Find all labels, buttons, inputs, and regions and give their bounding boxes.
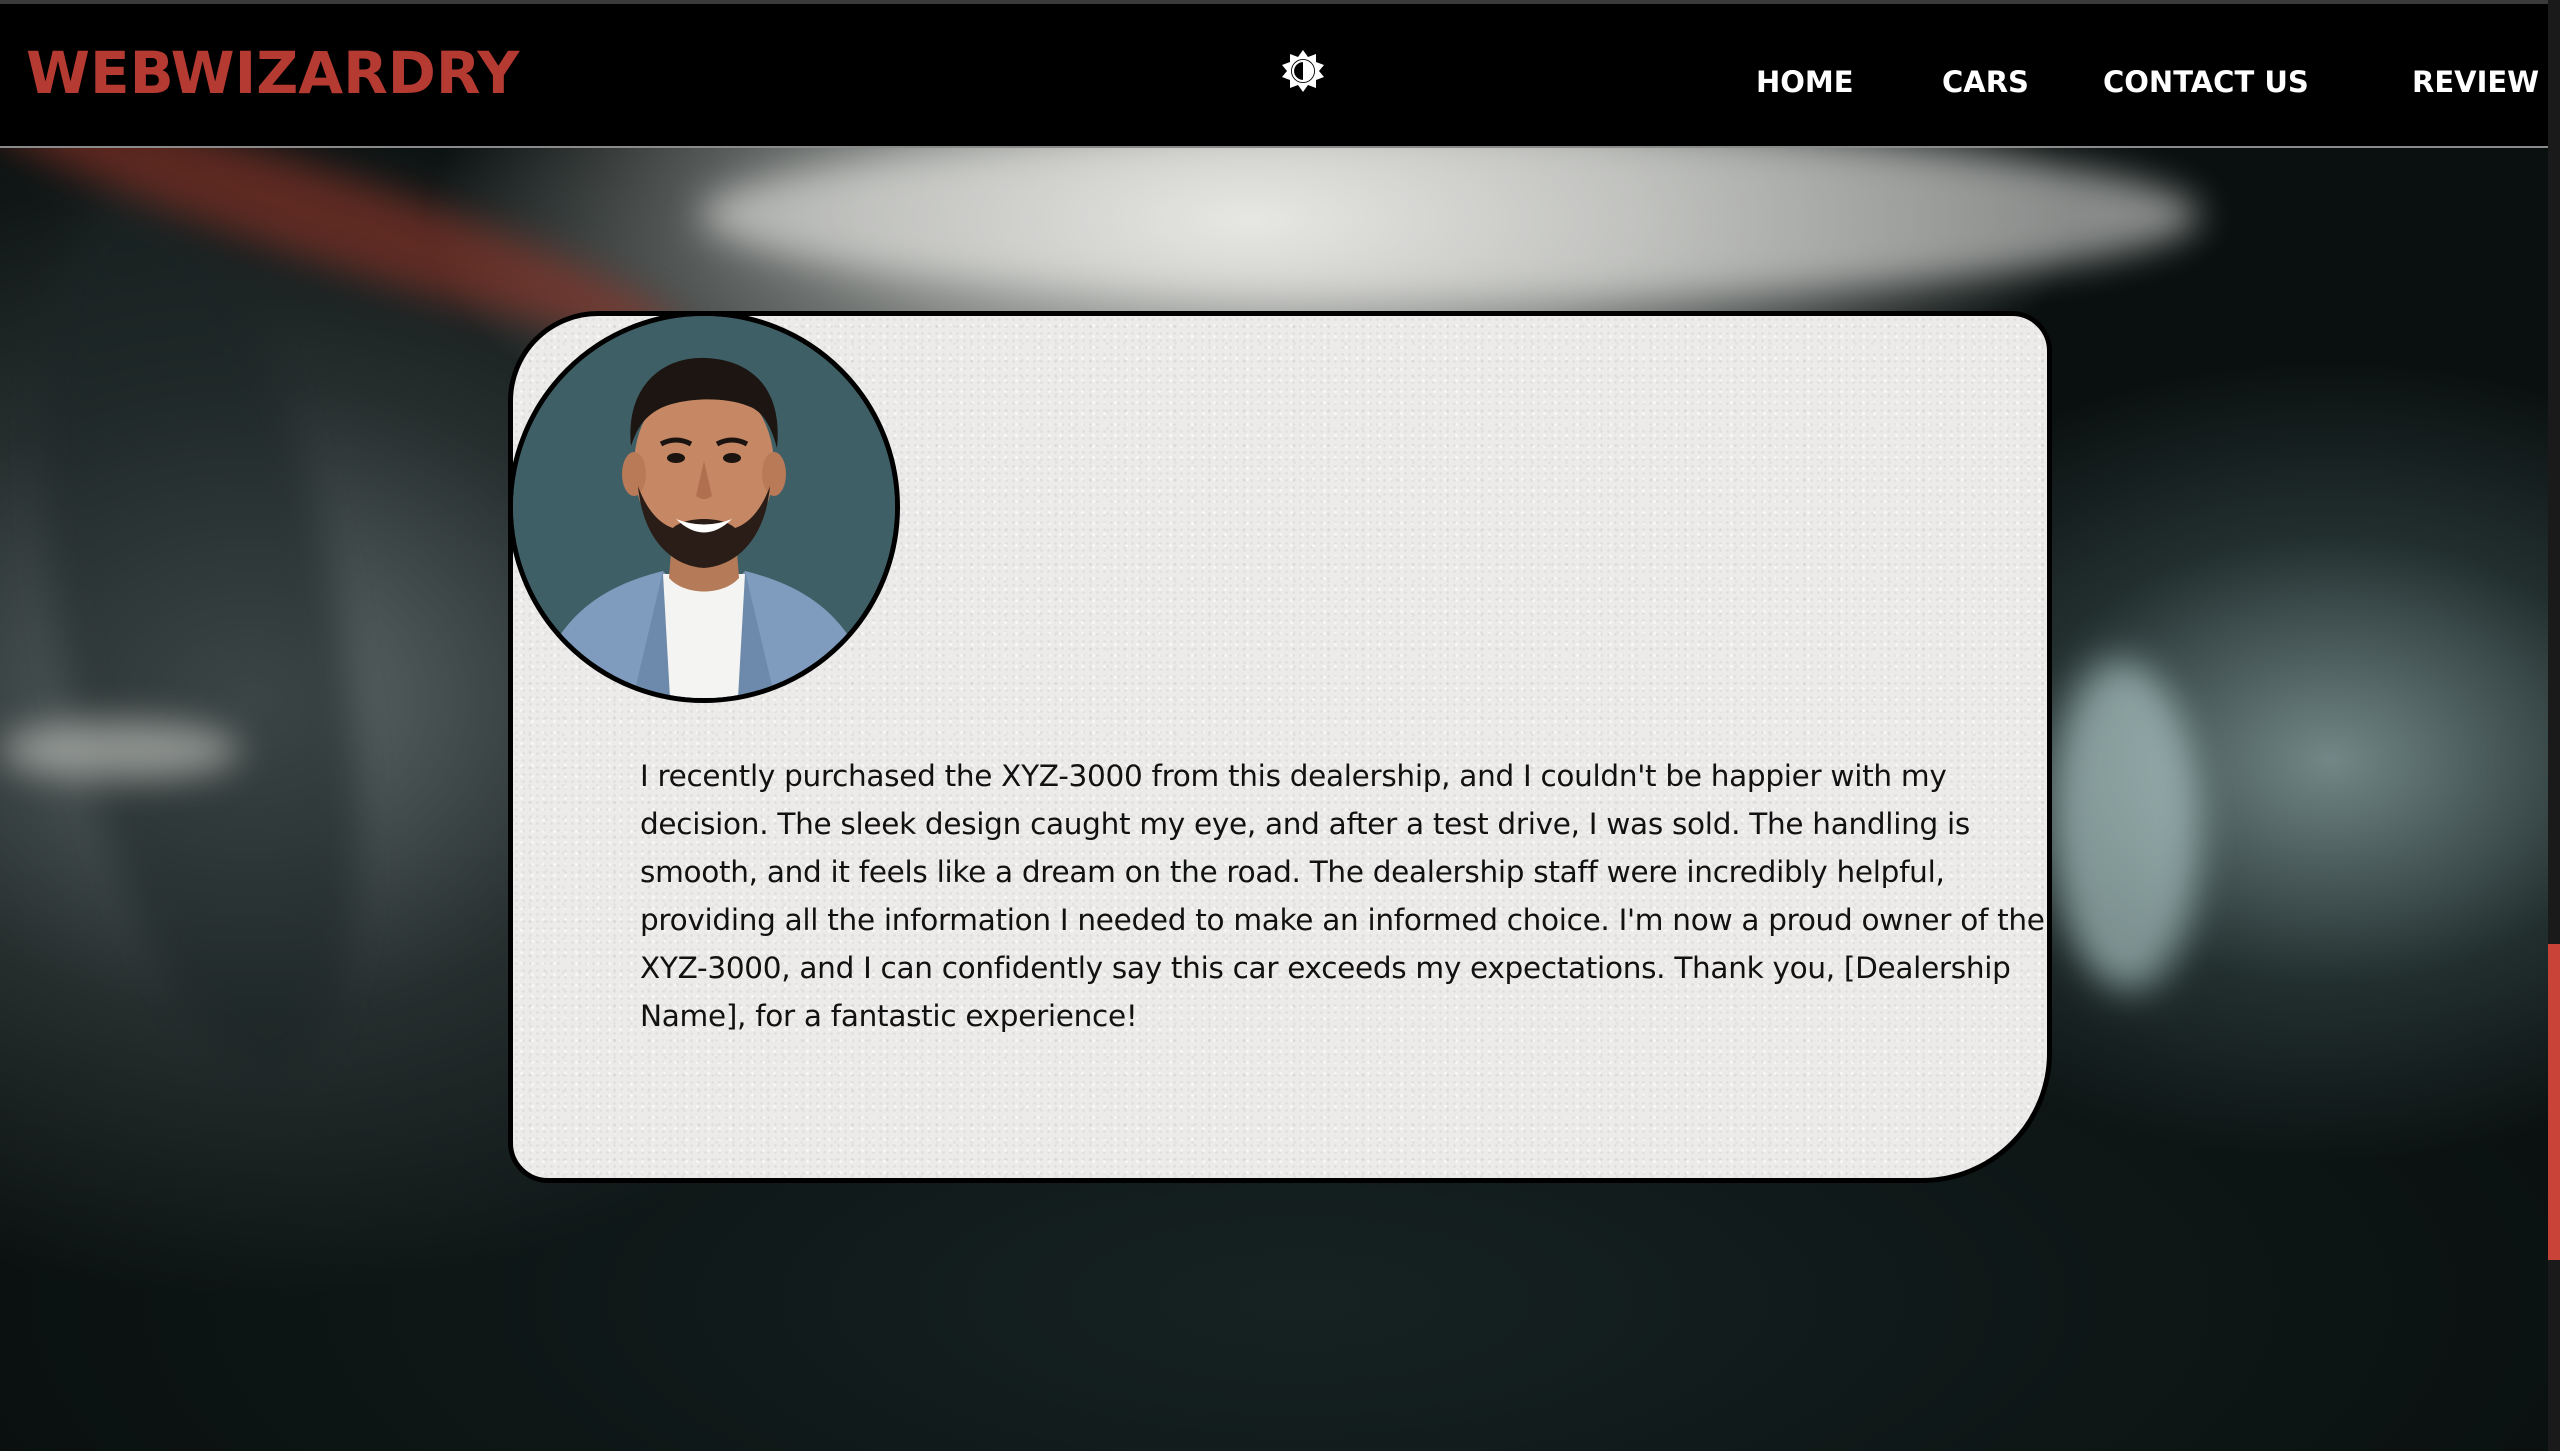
top-navbar: WEBWIZARDRY HOME CARS CONTACT US REVIEW	[0, 0, 2548, 148]
bg-door-shadow	[0, 162, 417, 1098]
sun-moon-toggle-icon	[1282, 50, 1324, 92]
review-text: I recently purchased the XYZ-3000 from t…	[640, 759, 2045, 1033]
bg-dashboard-screen	[2050, 652, 2200, 998]
reviewer-avatar	[508, 311, 900, 703]
page-scrollbar-thumb[interactable]	[2548, 944, 2560, 1260]
theme-toggle-icon[interactable]	[1280, 48, 1326, 94]
bg-window-highlight	[700, 130, 2200, 300]
nav-home-link[interactable]: HOME	[1756, 62, 1854, 102]
nav-contact-link[interactable]: CONTACT US	[2103, 62, 2309, 102]
brand-logo[interactable]: WEBWIZARDRY	[26, 44, 519, 102]
bg-vent	[0, 720, 240, 780]
nav-cars-link[interactable]: CARS	[1942, 62, 2029, 102]
nav-review-link[interactable]: REVIEW	[2412, 62, 2539, 102]
reviewer-portrait-icon	[513, 316, 895, 698]
